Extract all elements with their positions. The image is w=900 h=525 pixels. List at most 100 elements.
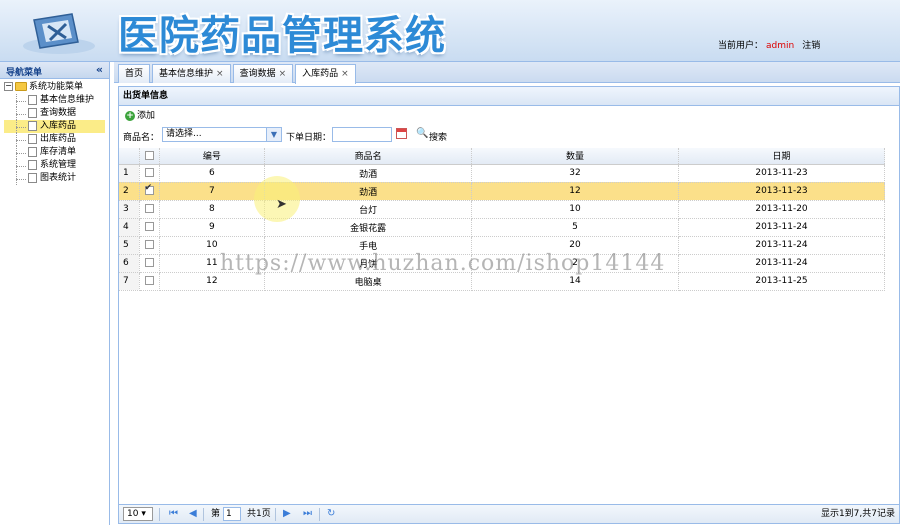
date-label: 下单日期： — [286, 133, 332, 143]
sidebar-item-label: 出库药品 — [40, 134, 77, 144]
col-name-header[interactable]: 商品名 — [264, 148, 473, 165]
last-page-icon[interactable]: ⏭ — [303, 505, 312, 523]
select-all-checkbox[interactable] — [144, 150, 154, 160]
close-icon[interactable]: × — [279, 69, 287, 79]
close-icon[interactable]: × — [341, 69, 349, 79]
tree-collapse-icon[interactable]: − — [4, 82, 13, 91]
cell-date: 2013-11-23 — [678, 182, 885, 201]
row-checkbox[interactable] — [144, 240, 154, 249]
cell-id: 6 — [159, 164, 266, 183]
add-label: 添加 — [137, 111, 156, 121]
app-header: 医院药品管理系统 当前用户： admin 注销 — [0, 0, 900, 62]
tab-0[interactable]: 首页 — [118, 64, 151, 83]
product-select[interactable]: 请选择... ▼ — [162, 127, 282, 142]
row-select-cell[interactable] — [139, 236, 160, 255]
folder-icon — [15, 82, 27, 91]
sidebar-item-label: 图表统计 — [40, 173, 77, 183]
row-checkbox[interactable] — [144, 276, 154, 285]
col-qty-header[interactable]: 数量 — [471, 148, 679, 165]
sidebar-item-0[interactable]: 基本信息维护 — [4, 94, 105, 107]
row-checkbox[interactable] — [144, 204, 154, 213]
row-select-cell[interactable] — [139, 218, 160, 237]
logout-link[interactable]: 注销 — [802, 41, 820, 51]
row-checkbox[interactable] — [144, 168, 154, 177]
tree-root-label: 系统功能菜单 — [29, 82, 84, 92]
row-select-cell[interactable] — [139, 164, 160, 183]
cell-qty: 10 — [471, 200, 679, 219]
grid-header-row: 编号 商品名 数量 日期 — [119, 148, 885, 165]
row-number: 7 — [119, 272, 140, 291]
cell-name: 金银花露 — [264, 218, 473, 237]
pager: 10 ▾ ⏮ ◀ 第 1 共1页 ▶ ⏭ ↻ 显示1到7,共7记录 — [119, 504, 899, 523]
row-number: 3 — [119, 200, 140, 219]
tab-label: 查询数据 — [239, 69, 276, 79]
col-id-header[interactable]: 编号 — [159, 148, 266, 165]
sidebar-item-label: 入库药品 — [40, 121, 77, 131]
calendar-icon[interactable] — [396, 128, 407, 139]
sidebar-item-5[interactable]: 系统管理 — [4, 159, 105, 172]
row-select-cell[interactable] — [139, 200, 160, 219]
product-label: 商品名： — [123, 133, 160, 143]
refresh-icon[interactable]: ↻ — [327, 505, 335, 523]
tab-3[interactable]: 入库药品 × — [295, 64, 356, 84]
table-row[interactable]: 27劲酒122013-11-23 — [119, 182, 885, 201]
collapse-icon[interactable]: « — [96, 63, 103, 76]
tab-label: 首页 — [125, 69, 144, 79]
table-row[interactable]: 3 8 台灯 10 2013-11-20 — [119, 200, 885, 219]
first-page-icon[interactable]: ⏮ — [169, 505, 178, 523]
pager-summary: 显示1到7,共7记录 — [820, 509, 895, 519]
search-bar: 商品名： 请选择... ▼ 下单日期： 🔍 搜索 — [119, 126, 899, 144]
sidebar: 导航菜单 « − 系统功能菜单 基本信息维护 查询数据 入库药品 出库药品 库存清单 系统管… — [0, 62, 110, 525]
prev-page-icon[interactable]: ◀ — [189, 505, 197, 523]
file-icon — [28, 120, 37, 131]
tree-root[interactable]: − 系统功能菜单 — [4, 81, 105, 94]
total-pages: 共1页 — [247, 509, 271, 519]
row-select-cell[interactable] — [139, 272, 160, 291]
add-button[interactable]: + 添加 — [125, 110, 156, 121]
file-icon — [28, 133, 37, 144]
cell-date: 2013-11-24 — [678, 254, 885, 273]
page-size-select[interactable]: 10 ▾ — [123, 507, 153, 521]
page-label: 第 — [211, 509, 221, 519]
cell-date: 2013-11-20 — [678, 200, 885, 219]
search-button[interactable]: 搜索 — [429, 130, 447, 143]
row-checkbox[interactable] — [144, 258, 154, 267]
sidebar-item-label: 系统管理 — [40, 160, 77, 170]
cell-id: 8 — [159, 200, 266, 219]
row-number: 1 — [119, 164, 140, 183]
cell-id: 7 — [159, 182, 266, 201]
cell-qty: 5 — [471, 218, 679, 237]
page-number-value: 1 — [226, 509, 232, 519]
row-select-cell[interactable] — [139, 254, 160, 273]
sidebar-item-1[interactable]: 查询数据 — [4, 107, 105, 120]
select-all-header[interactable] — [139, 148, 160, 165]
row-select-cell[interactable] — [139, 182, 160, 201]
tab-2[interactable]: 查询数据 × — [232, 64, 294, 83]
page-number-input[interactable]: 1 — [223, 507, 241, 521]
sidebar-item-6[interactable]: 图表统计 — [4, 172, 105, 185]
col-date-header[interactable]: 日期 — [678, 148, 885, 165]
cell-date: 2013-11-24 — [678, 218, 885, 237]
sidebar-item-3[interactable]: 出库药品 — [4, 133, 105, 146]
order-date-input[interactable] — [332, 127, 392, 142]
user-info: 当前用户： admin 注销 — [718, 38, 823, 51]
table-row[interactable]: 1 6 劲酒 32 2013-11-23 — [119, 164, 885, 183]
sidebar-item-4[interactable]: 库存清单 — [4, 146, 105, 159]
file-icon — [28, 146, 37, 157]
tab-1[interactable]: 基本信息维护 × — [152, 64, 231, 83]
close-icon[interactable]: × — [216, 69, 224, 79]
search-icon[interactable]: 🔍 — [416, 128, 428, 139]
next-page-icon[interactable]: ▶ — [283, 505, 291, 523]
row-checkbox[interactable] — [144, 222, 154, 231]
main-area: 首页 基本信息维护 × 查询数据 × 入库药品 × 出货单信息 + 添加 商品名： 请选择..… — [114, 62, 900, 525]
chevron-down-icon[interactable]: ▼ — [266, 128, 281, 141]
row-number: 2 — [119, 182, 140, 201]
nav-tree: − 系统功能菜单 基本信息维护 查询数据 入库药品出库药品库存清单 系统管理图表统计 — [0, 79, 109, 187]
logo-icon — [23, 13, 95, 54]
watermark: https://www.huzhan.com/ishop14144 — [220, 251, 666, 276]
file-icon — [28, 172, 37, 183]
cell-name: 劲酒 — [264, 164, 473, 183]
table-row[interactable]: 4 9 金银花露 5 2013-11-24 — [119, 218, 885, 237]
sidebar-item-2[interactable]: 入库药品 — [4, 120, 105, 133]
row-checkbox[interactable] — [144, 183, 154, 195]
